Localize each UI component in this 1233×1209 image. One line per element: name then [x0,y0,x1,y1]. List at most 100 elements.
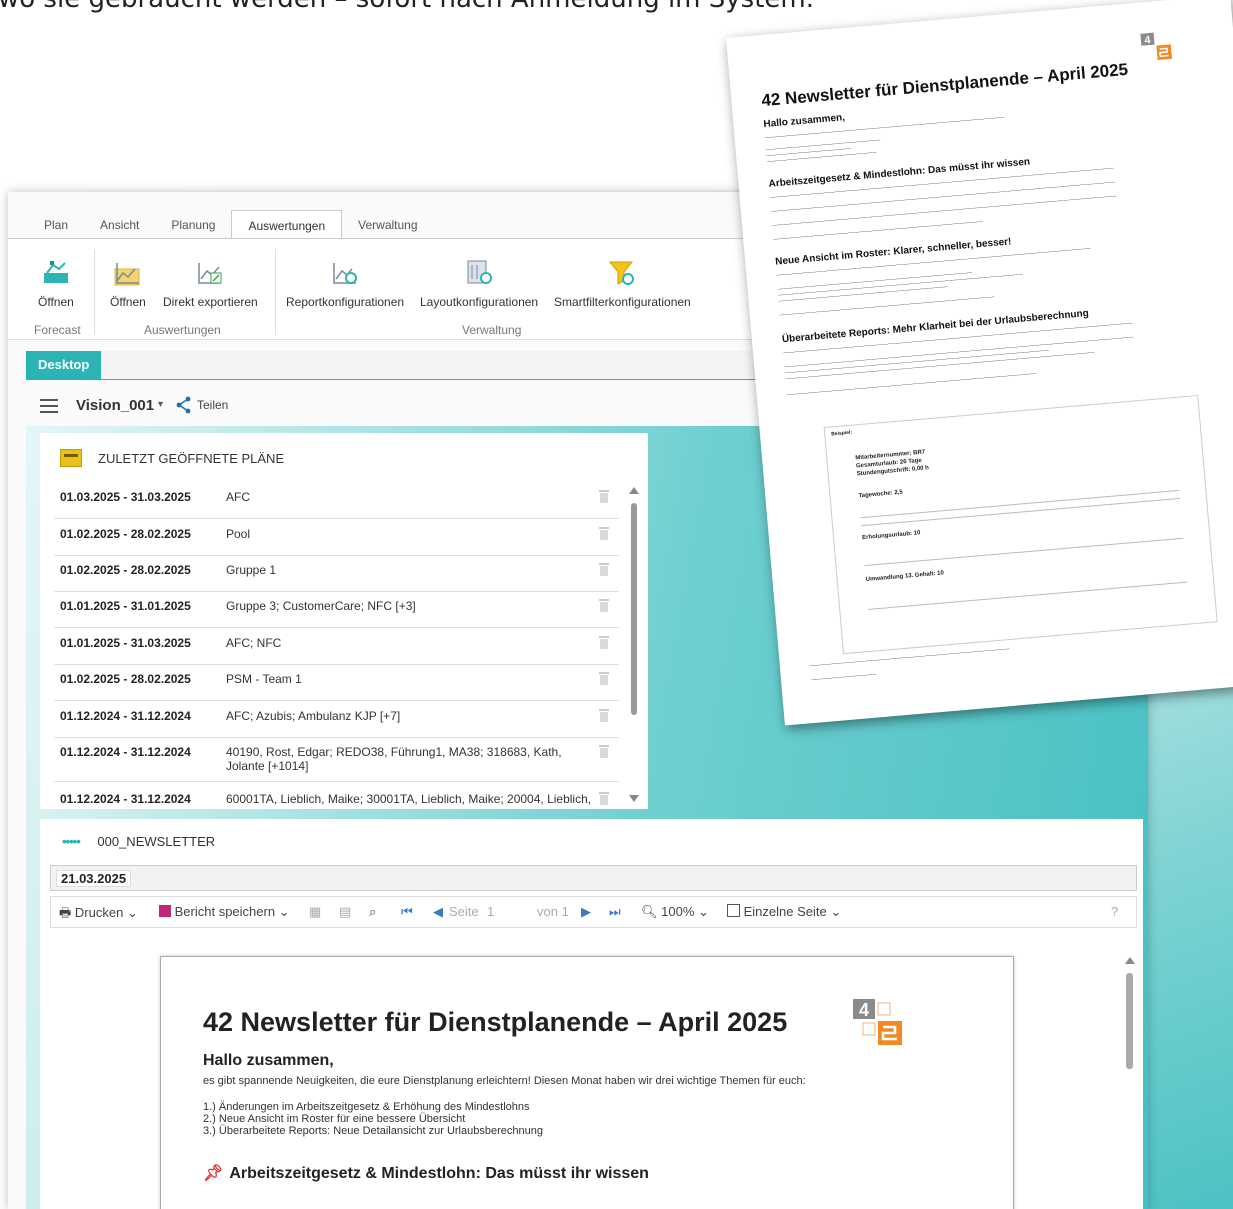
printout-example-box: Beispiel: Mitarbeiternummer: BR7 Gesamtu… [823,394,1218,655]
trash-icon[interactable] [599,527,609,540]
tab-ansicht[interactable]: Ansicht [84,210,155,240]
plan-date: 01.12.2024 - 31.12.2024 [60,792,191,806]
printout-body-line: ————————————— [810,671,877,684]
trash-icon[interactable] [599,599,609,612]
trash-icon[interactable] [599,745,609,758]
divider [864,537,1184,567]
table-row[interactable]: 01.12.2024 - 31.12.2024 AFC; Azubis; Amb… [54,709,619,738]
export-chart-icon [195,259,225,287]
help-button[interactable]: ? [1111,904,1118,919]
next-page-icon[interactable]: ▶ [581,904,591,920]
prev-page-icon[interactable]: ◀ [433,904,443,920]
chevron-down-icon[interactable]: ▾ [158,399,163,410]
plan-date: 01.02.2025 - 28.02.2025 [60,527,191,541]
layout-config-button[interactable]: Layoutkonfigurationen [420,259,538,309]
layout-config-label: Layoutkonfigurationen [420,295,539,309]
report-config-button[interactable]: Reportkonfigurationen [286,259,404,309]
document-topic-list: 1.) Änderungen im Arbeitszeitgesetz & Er… [203,1101,543,1137]
trash-icon[interactable] [599,636,609,649]
newsletter-title: 000_NEWSLETTER [97,834,216,849]
section-heading-text: Arbeitszeitgesetz & Mindestlohn: Das müs… [229,1165,649,1182]
printout-logo: 4 [1139,30,1174,65]
plan-date: 01.02.2025 - 28.02.2025 [60,672,191,686]
table-row[interactable]: 01.02.2025 - 28.02.2025 PSM - Team 1 [54,672,619,701]
trash-icon[interactable] [599,709,609,722]
share-button[interactable]: Teilen [197,398,228,412]
tab-desktop[interactable]: Desktop [26,351,102,379]
plan-name: 60001TA, Lieblich, Maike; 30001TA, Liebl… [226,792,592,806]
group-label-admin: Verwaltung [462,323,522,337]
smartfilter-config-button[interactable]: Smartfilterkonfigurationen [554,259,691,309]
document-title: 42 Newsletter für Dienstplanende – April… [203,1007,788,1037]
scroll-up-icon[interactable] [1125,957,1135,964]
reports-open-button[interactable]: Öffnen [110,259,146,309]
table-row[interactable]: 01.02.2025 - 28.02.2025 Gruppe 1 [54,563,619,592]
printer-icon: 🖶 [59,905,72,920]
recent-plans-header: ZULETZT GEÖFFNETE PLÄNE [60,447,284,469]
list-item: 2.) Neue Ansicht im Roster für eine bess… [203,1113,466,1125]
svg-text:4: 4 [1144,34,1151,46]
trash-icon[interactable] [599,792,609,805]
clipboard-icon[interactable]: ▤ [339,904,351,920]
table-view-icon[interactable]: ▦ [309,904,321,920]
layout-config-icon [464,259,494,287]
example-week: Tagewoche: 2,5 [858,489,903,500]
last-page-icon[interactable]: ⏭ [609,904,621,920]
plan-name: 40190, Rost, Edgar; REDO38, Führung1, MA… [226,745,562,773]
newsletter-printout: 42 Newsletter für Dienstplanende – April… [726,0,1233,726]
search-icon[interactable]: ⌕ [369,904,376,920]
plan-name: PSM - Team 1 [226,672,302,686]
recent-plans-panel: ZULETZT GEÖFFNETE PLÄNE 01.03.2025 - 31.… [40,433,648,809]
page-input[interactable]: 1 [487,904,494,919]
tab-plan[interactable]: Plan [28,210,84,240]
trash-icon[interactable] [599,490,609,503]
plan-name: AFC; Azubis; Ambulanz KJP [+7] [226,709,401,723]
plan-name: AFC [226,490,250,504]
tab-auswertungen[interactable]: Auswertungen [231,210,343,241]
forecast-icon [41,259,71,287]
first-page-icon[interactable]: ⏮ [401,904,413,920]
scroll-down-icon[interactable] [629,795,639,802]
plan-date: 01.03.2025 - 31.03.2025 [60,490,191,504]
report-canvas: 42 Newsletter für Dienstplanende – April… [50,929,1135,1209]
save-report-label: Bericht speichern [174,904,276,919]
export-label: Direkt exportieren [163,295,258,309]
table-row[interactable]: 01.02.2025 - 28.02.2025 Pool [54,527,619,556]
vision-title[interactable]: Vision_001 [76,397,154,414]
scroll-up-icon[interactable] [629,487,639,494]
dots-icon: ••••• [62,834,81,849]
zoom-select[interactable]: 🔍︎ 100% ⌄ [641,904,709,920]
tab-verwaltung[interactable]: Verwaltung [342,210,433,240]
table-row[interactable]: 01.12.2024 - 31.12.2024 40190, Rost, Edg… [54,745,619,782]
group-label-forecast: Forecast [34,323,81,337]
document-greeting: Hallo zusammen, [203,1052,334,1069]
divider [860,489,1180,519]
single-page-toggle[interactable]: Einzelne Seite ⌄ [727,904,841,920]
plan-name: Pool [226,527,251,541]
scrollbar[interactable] [631,503,637,715]
table-row[interactable]: 01.01.2025 - 31.03.2025 AFC; NFC [54,636,619,665]
scroll-thumb[interactable] [1126,973,1133,1069]
plan-date: 01.02.2025 - 28.02.2025 [60,563,191,577]
plan-date: 01.01.2025 - 31.01.2025 [60,599,191,613]
save-report-button[interactable]: Bericht speichern ⌄ [159,904,290,920]
list-item: 3.) Überarbeitete Reports: Neue Detailan… [203,1125,543,1137]
forecast-open-label: Öffnen [38,295,74,309]
export-button[interactable]: Direkt exportieren [163,259,258,309]
table-row[interactable]: 01.01.2025 - 31.01.2025 Gruppe 3; Custom… [54,599,619,628]
share-icon[interactable] [176,396,192,414]
trash-icon[interactable] [599,563,609,576]
trash-icon[interactable] [599,672,609,685]
group-divider [94,249,95,335]
forecast-open-button[interactable]: Öffnen [38,259,74,309]
table-row[interactable]: 01.03.2025 - 31.03.2025 AFC [54,490,619,519]
hamburger-menu-icon[interactable] [40,399,58,413]
plan-name: Gruppe 3; CustomerCare; NFC [+3] [226,599,416,613]
reports-open-label: Öffnen [110,295,146,309]
print-button[interactable]: 🖶 Drucken ⌄ [59,904,138,926]
table-row[interactable]: 01.12.2024 - 31.12.2024 60001TA, Lieblic… [54,792,619,806]
checkbox-icon [727,904,740,917]
tab-planung[interactable]: Planung [155,210,231,240]
report-scrollbar[interactable] [1125,957,1135,1209]
newsletter-panel: ••••• 000_NEWSLETTER 21.03.2025 🖶 Drucke… [40,819,1143,1209]
